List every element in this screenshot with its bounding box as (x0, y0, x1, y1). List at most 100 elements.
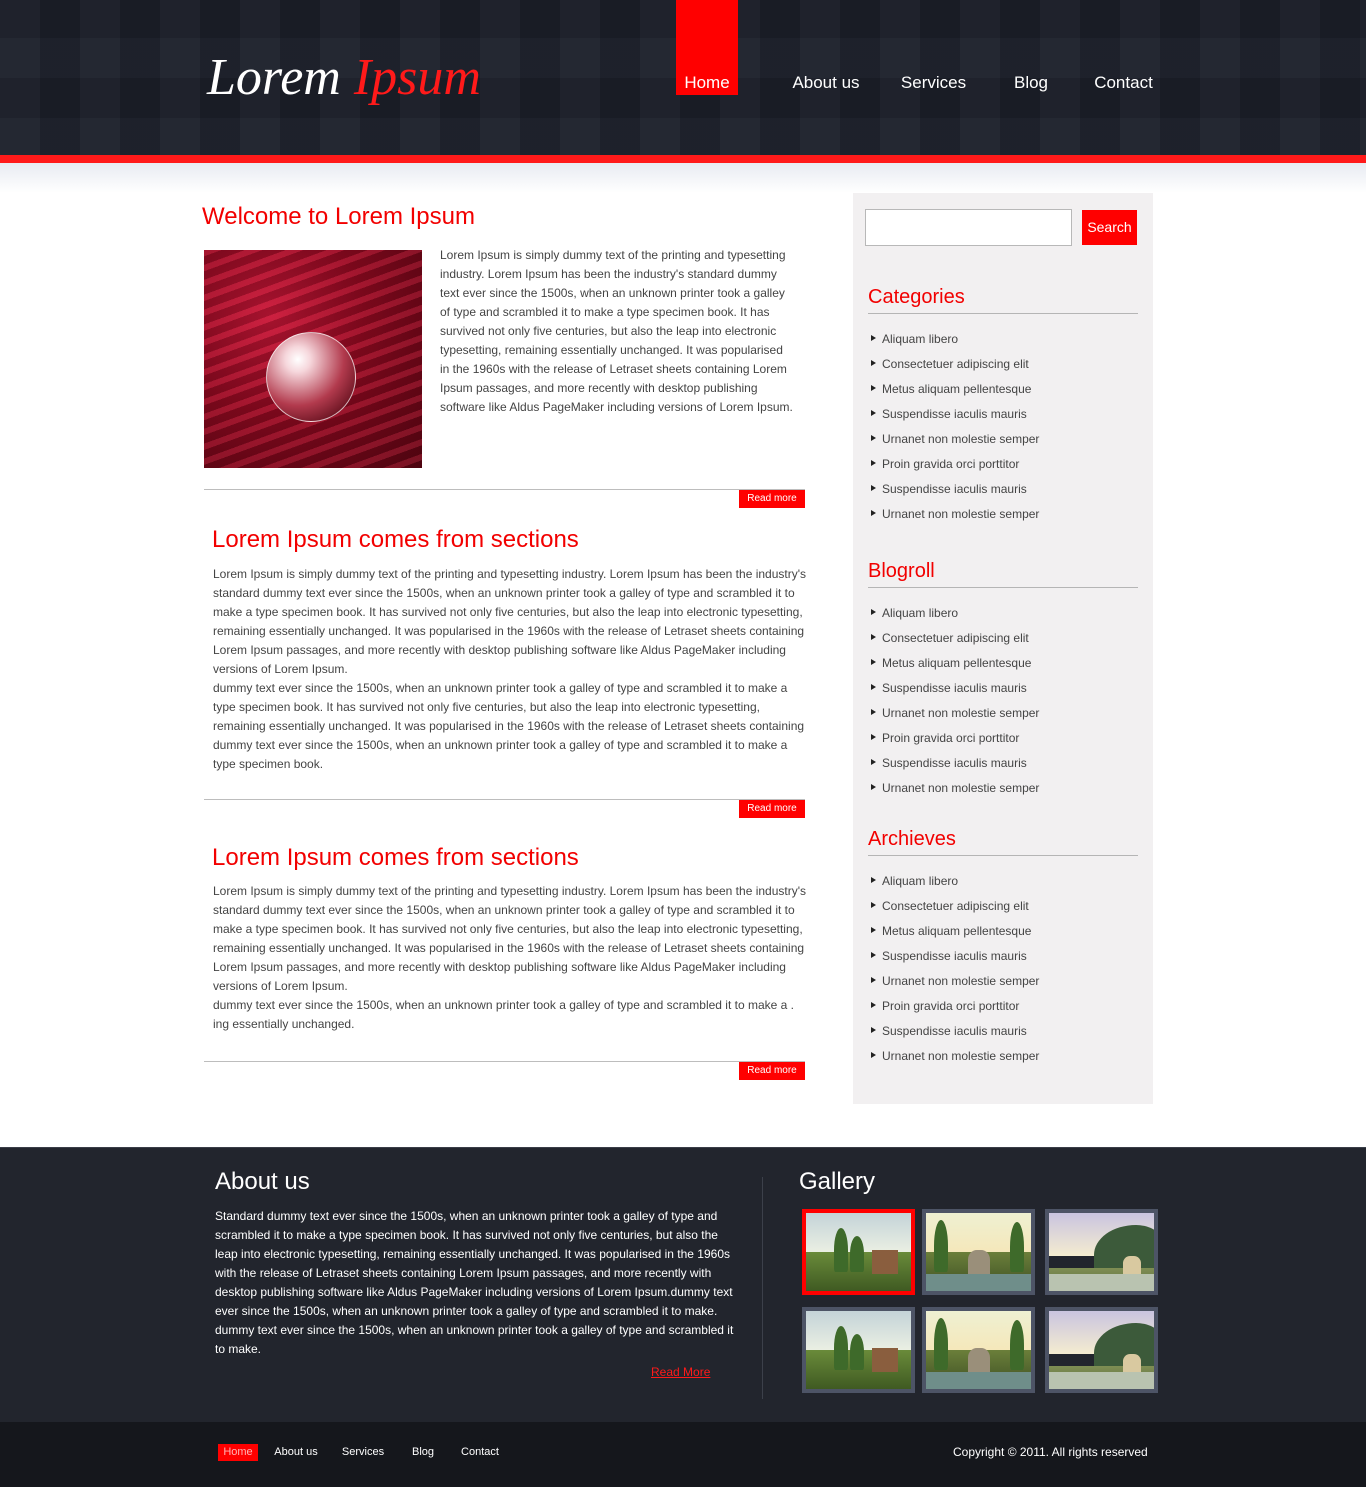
arrow-right-icon (871, 335, 876, 341)
footer-top: About us Standard dummy text ever since … (0, 1147, 1366, 1422)
arrow-right-icon (871, 1002, 876, 1008)
arrow-right-icon (871, 510, 876, 516)
post-body: Lorem Ipsum is simply dummy text of the … (213, 884, 807, 1031)
arrow-right-icon (871, 1052, 876, 1058)
list-item[interactable]: Aliquam libero (871, 331, 1039, 356)
sidebar-heading-archives: Archieves (868, 827, 1138, 856)
arrow-right-icon (871, 977, 876, 983)
arrow-right-icon (871, 435, 876, 441)
footer-gallery-title: Gallery (799, 1168, 876, 1195)
list-item[interactable]: Urnanet non molestie semper (871, 705, 1039, 730)
post-body: Lorem Ipsum is simply dummy text of the … (213, 567, 807, 771)
list-item[interactable]: Urnanet non molestie semper (871, 973, 1039, 998)
arrow-right-icon (871, 410, 876, 416)
list-item[interactable]: Suspendisse iaculis mauris (871, 948, 1039, 973)
arrow-right-icon (871, 385, 876, 391)
read-more-button[interactable]: Read more (739, 1062, 805, 1080)
gallery-thumb[interactable] (1045, 1307, 1158, 1393)
footer-bottom: Home About us Services Blog Contact Copy… (0, 1422, 1366, 1487)
header-zigzag-border (0, 155, 1366, 164)
list-item[interactable]: Proin gravida orci porttitor (871, 456, 1039, 481)
arrow-right-icon (871, 460, 876, 466)
list-item[interactable]: Suspendisse iaculis mauris (871, 1023, 1039, 1048)
copyright-text: Copyright © 2011. All rights reserved (953, 1445, 1148, 1459)
post-body: Lorem Ipsum is simply dummy text of the … (440, 248, 793, 414)
arrow-right-icon (871, 709, 876, 715)
archives-list: Aliquam libero Consectetuer adipiscing e… (871, 873, 1039, 1073)
list-item[interactable]: Aliquam libero (871, 605, 1039, 630)
post-divider (204, 1061, 805, 1062)
footer-nav-home[interactable]: Home (218, 1444, 258, 1461)
footer-about-text: Standard dummy text ever since the 1500s… (215, 1209, 734, 1356)
logo[interactable]: Lorem Ipsum (207, 48, 481, 108)
gallery-thumb[interactable] (802, 1307, 915, 1393)
arrow-right-icon (871, 734, 876, 740)
gallery-thumb[interactable] (922, 1209, 1035, 1295)
footer-nav-contact[interactable]: Contact (456, 1444, 504, 1461)
post-title: Welcome to Lorem Ipsum (202, 203, 475, 230)
gallery-thumb[interactable] (802, 1209, 915, 1295)
arrow-right-icon (871, 684, 876, 690)
search-button[interactable]: Search (1082, 210, 1137, 245)
list-item[interactable]: Suspendisse iaculis mauris (871, 680, 1039, 705)
list-item[interactable]: Metus aliquam pellentesque (871, 381, 1039, 406)
arrow-right-icon (871, 634, 876, 640)
list-item[interactable]: Suspendisse iaculis mauris (871, 481, 1039, 506)
list-item[interactable]: Urnanet non molestie semper (871, 780, 1039, 805)
footer-nav-about[interactable]: About us (270, 1444, 322, 1461)
search-input[interactable] (865, 209, 1072, 246)
footer-about-title: About us (215, 1168, 310, 1195)
list-item[interactable]: Urnanet non molestie semper (871, 431, 1039, 456)
list-item[interactable]: Consectetuer adipiscing elit (871, 630, 1039, 655)
nav-item-home[interactable]: Home (676, 0, 738, 95)
nav-item-services[interactable]: Services (896, 0, 971, 95)
list-item[interactable]: Urnanet non molestie semper (871, 506, 1039, 531)
arrow-right-icon (871, 1027, 876, 1033)
logo-main-text: Lorem (207, 49, 341, 106)
logo-accent-text: Ipsum (353, 49, 481, 106)
list-item[interactable]: Urnanet non molestie semper (871, 1048, 1039, 1073)
list-item[interactable]: Aliquam libero (871, 873, 1039, 898)
categories-list: Aliquam libero Consectetuer adipiscing e… (871, 331, 1039, 531)
nav-item-contact[interactable]: Contact (1091, 0, 1156, 95)
list-item[interactable]: Consectetuer adipiscing elit (871, 356, 1039, 381)
nav-item-blog[interactable]: Blog (1001, 0, 1061, 95)
crystal-ball-icon (266, 332, 356, 422)
list-item[interactable]: Suspendisse iaculis mauris (871, 406, 1039, 431)
sidebar-heading-blogroll: Blogroll (868, 559, 1138, 588)
list-item[interactable]: Proin gravida orci porttitor (871, 998, 1039, 1023)
sidebar: Search Categories Aliquam libero Consect… (853, 193, 1153, 1104)
read-more-button[interactable]: Read more (739, 800, 805, 818)
post-divider (204, 489, 805, 490)
arrow-right-icon (871, 902, 876, 908)
list-item[interactable]: Suspendisse iaculis mauris (871, 755, 1039, 780)
list-item[interactable]: Metus aliquam pellentesque (871, 923, 1039, 948)
post-title: Lorem Ipsum comes from sections (212, 526, 579, 553)
gallery-thumb[interactable] (922, 1307, 1035, 1393)
gallery-thumb[interactable] (1045, 1209, 1158, 1295)
arrow-right-icon (871, 659, 876, 665)
footer-nav-blog[interactable]: Blog (405, 1444, 441, 1461)
blogroll-list: Aliquam libero Consectetuer adipiscing e… (871, 605, 1039, 805)
post-image (204, 250, 422, 468)
arrow-right-icon (871, 877, 876, 883)
header-shadow (0, 163, 1366, 193)
site-header: Lorem Ipsum Home About us Services Blog … (0, 0, 1366, 158)
post-title: Lorem Ipsum comes from sections (212, 844, 579, 871)
footer-nav-services[interactable]: Services (337, 1444, 389, 1461)
arrow-right-icon (871, 784, 876, 790)
sidebar-heading-categories: Categories (868, 285, 1138, 314)
read-more-button[interactable]: Read more (739, 490, 805, 508)
arrow-right-icon (871, 759, 876, 765)
footer-read-more-link[interactable]: Read More (651, 1365, 710, 1379)
arrow-right-icon (871, 360, 876, 366)
arrow-right-icon (871, 609, 876, 615)
nav-item-about[interactable]: About us (786, 0, 866, 95)
arrow-right-icon (871, 952, 876, 958)
list-item[interactable]: Proin gravida orci porttitor (871, 730, 1039, 755)
footer-divider (762, 1177, 763, 1399)
post-divider (204, 799, 805, 800)
list-item[interactable]: Metus aliquam pellentesque (871, 655, 1039, 680)
list-item[interactable]: Consectetuer adipiscing elit (871, 898, 1039, 923)
arrow-right-icon (871, 485, 876, 491)
